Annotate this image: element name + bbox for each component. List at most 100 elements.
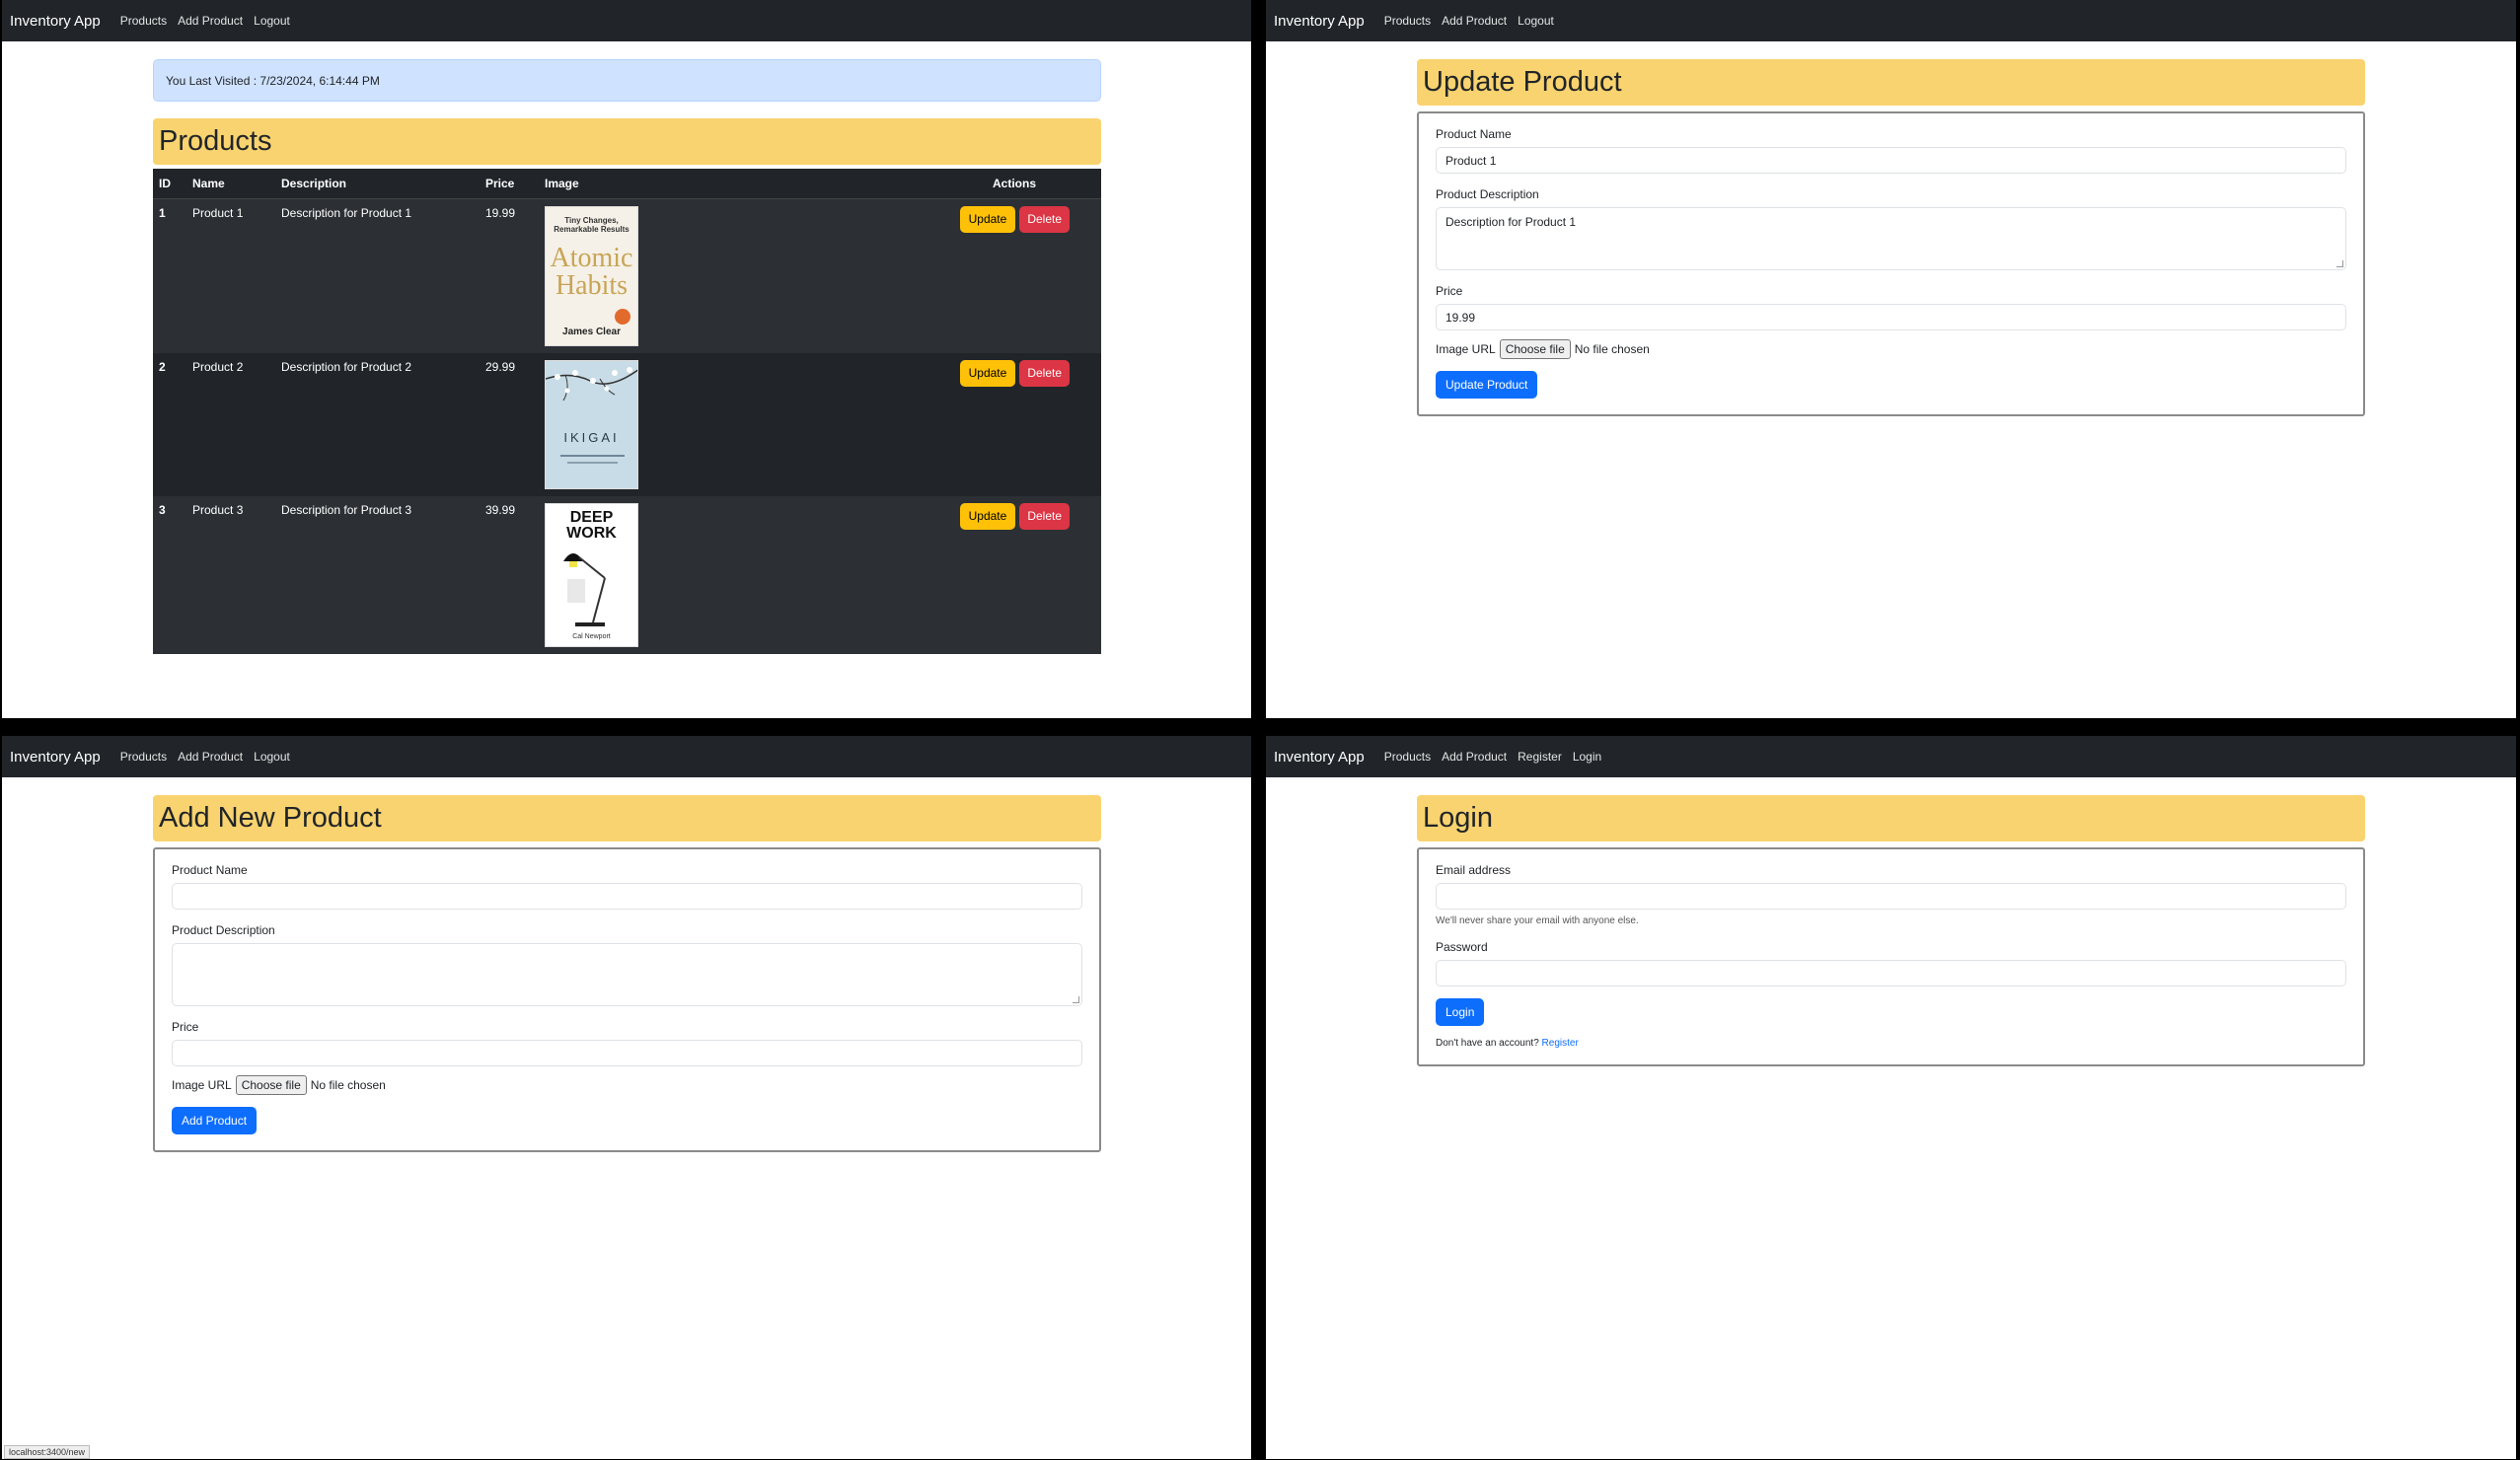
column-header-name: Name: [186, 169, 275, 199]
image-url-label: Image URL: [1436, 342, 1496, 356]
cover-author: Cal Newport: [572, 632, 611, 640]
cell-id: 2: [159, 359, 166, 374]
email-help-text: We'll never share your email with anyone…: [1436, 915, 1639, 926]
cover-divider: [560, 454, 625, 457]
cover-title: IKIGAI: [563, 429, 620, 445]
register-prompt: Don't have an account? Register: [1436, 1038, 2346, 1049]
navbar-brand[interactable]: Inventory App: [10, 13, 101, 30]
page-title: Products: [153, 118, 1101, 165]
navbar: Inventory App Products Add Product Regis…: [1266, 736, 2516, 777]
nav-products-link[interactable]: Products: [1384, 750, 1431, 764]
nav-products-link[interactable]: Products: [120, 14, 167, 28]
nav-add-product-link[interactable]: Add Product: [1442, 14, 1507, 28]
cell-description: Description for Product 3: [281, 502, 412, 517]
update-product-button[interactable]: Update Product: [1436, 371, 1538, 399]
cell-description: Description for Product 2: [281, 359, 412, 374]
password-field[interactable]: [1436, 960, 2346, 986]
cell-description: Description for Product 1: [281, 205, 412, 220]
column-header-image: Image: [539, 169, 657, 199]
cell-name: Product 2: [192, 359, 244, 374]
product-name-input[interactable]: Product 1: [1436, 147, 2346, 174]
login-content: Login Email address We'll never share yo…: [1417, 795, 2365, 1066]
product-name-input[interactable]: [172, 883, 1082, 910]
no-account-text: Don't have an account?: [1436, 1038, 1539, 1049]
cell-price: 39.99: [485, 502, 516, 517]
product-description-textarea[interactable]: Description for Product 1: [1436, 207, 2346, 270]
delete-button[interactable]: Delete: [1019, 205, 1070, 233]
nav-add-product-link[interactable]: Add Product: [178, 750, 243, 764]
nav-products-link[interactable]: Products: [1384, 14, 1431, 28]
resize-handle-icon[interactable]: [2336, 260, 2343, 267]
cover-badge-icon: [615, 308, 630, 325]
add-product-button[interactable]: Add Product: [172, 1107, 258, 1134]
column-header-id: ID: [153, 169, 186, 199]
nav-logout-link[interactable]: Logout: [1518, 14, 1554, 28]
login-button[interactable]: Login: [1436, 998, 1485, 1026]
update-button[interactable]: Update: [959, 502, 1016, 530]
cover-divider: [567, 461, 618, 464]
cell-name: Product 3: [192, 502, 244, 517]
price-input[interactable]: 19.99: [1436, 304, 2346, 330]
add-content: Add New Product Product Name Product Des…: [153, 795, 1101, 1152]
password-label: Password: [1436, 940, 1488, 954]
nav-register-link[interactable]: Register: [1518, 750, 1562, 764]
nav-logout-link[interactable]: Logout: [254, 750, 290, 764]
price-label: Price: [172, 1020, 199, 1034]
update-product-window: Inventory App Products Add Product Logou…: [1266, 0, 2516, 718]
delete-button[interactable]: Delete: [1019, 359, 1070, 387]
navbar-brand[interactable]: Inventory App: [1274, 749, 1365, 766]
choose-file-button[interactable]: Choose file: [235, 1075, 307, 1095]
products-window: Inventory App Products Add Product Logou…: [2, 0, 1251, 718]
no-file-text: No file chosen: [1574, 342, 1650, 356]
choose-file-button[interactable]: Choose file: [1499, 339, 1571, 359]
nav-logout-link[interactable]: Logout: [254, 14, 290, 28]
cell-image: IKIGAI: [539, 353, 657, 496]
status-bar-url: localhost:3400/new: [4, 1445, 91, 1459]
cover-title-line2: WORK: [566, 524, 617, 542]
image-file-row: Image URL Choose file No file chosen: [172, 1075, 1082, 1095]
cherry-branch-icon: [546, 366, 637, 401]
row-actions: Update Delete: [663, 359, 1095, 387]
email-field[interactable]: [1436, 883, 2346, 910]
navbar: Inventory App Products Add Product Logou…: [1266, 0, 2516, 41]
cover-title-line1: DEEP: [569, 508, 614, 526]
add-product-window: Inventory App Products Add Product Logou…: [2, 736, 1251, 1459]
resize-handle-icon[interactable]: [1073, 996, 1079, 1003]
nav-add-product-link[interactable]: Add Product: [1442, 750, 1507, 764]
update-button[interactable]: Update: [959, 205, 1016, 233]
column-header-description: Description: [275, 169, 480, 199]
cell-price: 29.99: [485, 359, 516, 374]
update-button[interactable]: Update: [959, 359, 1016, 387]
register-link[interactable]: Register: [1542, 1038, 1579, 1049]
product-description-label: Product Description: [1436, 187, 1539, 201]
navbar-brand[interactable]: Inventory App: [1274, 13, 1365, 30]
product-description-value: Description for Product 1: [1445, 215, 1577, 229]
login-form: Email address We'll never share your ema…: [1417, 847, 2365, 1066]
cell-price: 19.99: [485, 205, 516, 220]
navbar: Inventory App Products Add Product Logou…: [2, 736, 1251, 777]
price-input[interactable]: [172, 1040, 1082, 1066]
image-file-row: Image URL Choose file No file chosen: [1436, 339, 2346, 359]
desk-lamp-icon: [563, 552, 606, 626]
update-content: Update Product Product Name Product 1 Pr…: [1417, 59, 2365, 416]
nav-add-product-link[interactable]: Add Product: [178, 14, 243, 28]
cell-image: Tiny Changes, Remarkable Results Atomic …: [539, 198, 657, 353]
cell-name: Product 1: [192, 205, 244, 220]
navbar-brand[interactable]: Inventory App: [10, 749, 101, 766]
cover-author: James Clear: [562, 326, 621, 337]
column-header-actions: Actions: [657, 169, 1101, 199]
product-description-label: Product Description: [172, 923, 275, 937]
navbar: Inventory App Products Add Product Logou…: [2, 0, 1251, 41]
page-title: Add New Product: [153, 795, 1101, 841]
book-cover-atomic-habits: Tiny Changes, Remarkable Results Atomic …: [545, 205, 638, 346]
last-visited-alert: You Last Visited : 7/23/2024, 6:14:44 PM: [153, 59, 1101, 102]
nav-login-link[interactable]: Login: [1573, 750, 1601, 764]
row-actions: Update Delete: [663, 205, 1095, 233]
product-description-textarea[interactable]: [172, 943, 1082, 1006]
image-url-label: Image URL: [172, 1078, 232, 1092]
nav-products-link[interactable]: Products: [120, 750, 167, 764]
cover-title-line2: Habits: [555, 269, 629, 301]
delete-button[interactable]: Delete: [1019, 502, 1070, 530]
products-table: ID Name Description Price Image Actions …: [153, 169, 1101, 654]
update-form: Product Name Product 1 Product Descripti…: [1417, 111, 2365, 416]
